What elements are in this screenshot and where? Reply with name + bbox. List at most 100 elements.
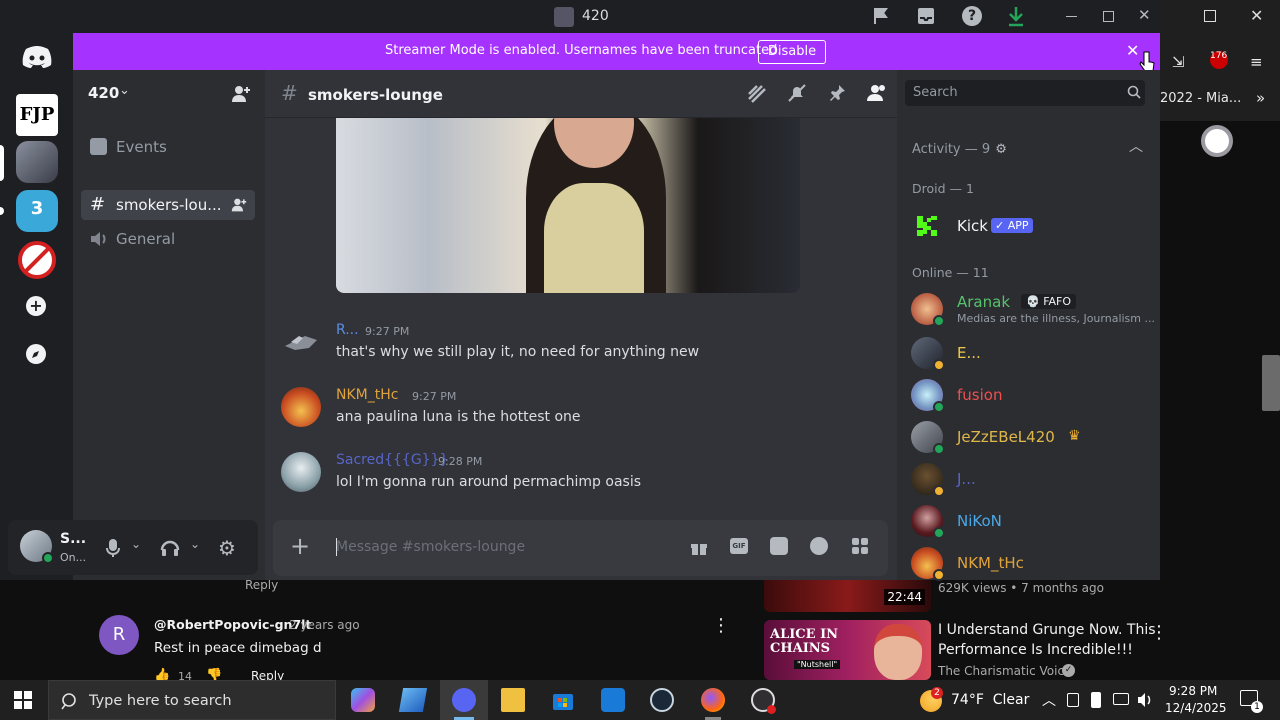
add-attachment-icon[interactable]: + [290,534,310,558]
video2-title-line2[interactable]: Performance Is Incredible!!! [938,642,1133,658]
settings-gear-icon[interactable]: ⚙ [218,536,236,560]
profile-avatar[interactable] [1201,125,1233,157]
taskbar-search-input[interactable]: Type here to search [48,680,336,720]
file-explorer-app-icon[interactable] [398,688,428,712]
events-item[interactable]: Events [81,132,255,162]
server-420-icon[interactable] [16,141,58,183]
message-avatar[interactable] [281,452,321,492]
comment-menu-icon[interactable]: ⋮ [712,615,730,636]
guild-header[interactable]: 420 ⌄ [73,70,265,118]
channel-invite-icon[interactable] [231,197,247,213]
gif-icon[interactable]: GIF [730,538,748,554]
microsoft-store-icon[interactable] [551,688,575,712]
member-item[interactable]: E... [911,337,1151,373]
tray-chevron-up-icon[interactable]: ︿ [1042,690,1056,710]
video2-menu-icon[interactable]: ⋮ [1150,622,1168,643]
member-item-kick[interactable]: Kick ✓ APP [911,210,1151,246]
member-item[interactable]: J... [911,463,1151,499]
menu-icon[interactable]: ≡ [1250,53,1263,71]
comment-age: 2 years ago [289,618,360,632]
disable-streamer-button[interactable]: Disable [758,40,826,64]
comment-avatar[interactable]: R [99,615,139,655]
server-3max-icon[interactable]: 3 [16,190,58,232]
member-item-nikon[interactable]: NiKoN [911,505,1151,541]
headphone-options-chevron-icon[interactable]: ⌄ [190,537,200,551]
add-server-icon[interactable]: + [26,296,46,316]
microphone-icon[interactable] [105,538,121,558]
network-icon[interactable] [1113,693,1129,705]
browser-tab-title[interactable]: 2022 - Mia... [1160,91,1241,106]
shared-image[interactable] [336,118,800,293]
notification-muted-icon[interactable] [787,83,807,103]
channel-item-general[interactable]: General [81,224,255,254]
message-avatar[interactable] [281,322,321,362]
member-list-icon[interactable] [866,83,888,103]
message-row[interactable]: R... 9:27 PM that's why we still play it… [265,322,897,382]
collapse-chevron-icon[interactable]: ︿ [1129,136,1143,156]
discover-icon[interactable] [26,344,46,364]
comment-author[interactable]: @RobertPopovic-gn7lt [154,617,311,632]
clock-time[interactable]: 9:28 PM [1169,684,1217,698]
gift-icon[interactable] [690,538,708,556]
message-row[interactable]: NKM_tHc 9:27 PM ana paulina luna is the … [265,387,897,447]
chevron-double-right-icon[interactable]: » [1256,89,1265,107]
server-nosmoke-icon[interactable] [16,239,58,281]
usb-icon[interactable] [1091,692,1101,708]
sticker-icon[interactable] [770,537,788,555]
activity-settings-icon[interactable]: ⚙ [995,142,1007,157]
invite-people-icon[interactable] [231,84,251,104]
clock-date[interactable]: 12/4/2025 [1165,701,1227,715]
message-author[interactable]: R... [336,322,359,338]
windows-start-icon[interactable] [14,691,32,709]
emoji-icon[interactable] [810,537,828,555]
browser-close-icon[interactable]: ✕ [1250,6,1263,25]
browser-restore-icon[interactable] [1204,10,1216,22]
member-item-nkm[interactable]: NKM_tHc [911,547,1151,583]
steam-icon[interactable] [650,688,674,712]
copilot-icon[interactable] [351,688,375,712]
message-author[interactable]: Sacred{{{G}}} [336,452,448,468]
extensions-icon[interactable]: ⇲ [1172,53,1185,71]
volume-icon[interactable] [1136,691,1154,709]
member-item-aranak[interactable]: Aranak 💀 FAFO Medias are the illness, Jo… [911,293,1155,329]
mail-icon[interactable] [601,688,625,712]
message-row[interactable]: Sacred{{{G}}} 9:28 PM lol I'm gonna run … [265,452,897,512]
user-name[interactable]: S... [60,531,86,547]
help-icon[interactable]: ? [962,6,982,26]
maximize-icon[interactable] [1103,11,1114,22]
message-avatar[interactable] [281,387,321,427]
pinned-messages-icon[interactable] [827,83,847,103]
message-author[interactable]: NKM_tHc [336,387,398,403]
search-input[interactable]: Search [905,80,1145,106]
firefox-icon[interactable] [701,688,725,712]
member-item-fusion[interactable]: fusion [911,379,1151,415]
channel-item-smokers-lounge[interactable]: # smokers-lou... [81,190,255,220]
server-fjp-icon[interactable]: FJP [16,94,58,136]
mic-options-chevron-icon[interactable]: ⌄ [131,537,141,551]
weather-text[interactable]: 74°F Clear [951,692,1029,708]
apps-icon[interactable] [851,537,869,555]
member-item-jezzebel[interactable]: JeZzEBeL420 ♛ [911,421,1151,457]
status-idle-dot [933,569,945,581]
activity-header[interactable]: Activity — 9 ⚙ ︿ [912,138,1147,158]
video2-title-line1[interactable]: I Understand Grunge Now. This [938,622,1156,638]
headphones-icon[interactable] [160,538,180,558]
tray-app-icon[interactable] [1067,693,1079,707]
discord-home-icon[interactable] [20,45,54,69]
page-scrollbar[interactable] [1262,355,1280,411]
chevron-down-icon: ⌄ [119,83,130,98]
video1-thumbnail[interactable]: 22:44 [764,580,931,612]
download-icon[interactable] [1006,5,1026,27]
threads-icon[interactable] [747,84,767,104]
folder-icon[interactable] [501,688,525,712]
inbox-flag-icon[interactable] [871,6,891,26]
inbox-icon[interactable] [916,6,936,26]
prev-comment-reply[interactable]: Reply [245,578,278,592]
video2-thumbnail[interactable]: ALICE IN CHAINS "Nutshell" [764,620,931,680]
message-input[interactable]: Message #smokers-lounge [336,539,525,555]
video2-channel[interactable]: The Charismatic Voice [938,664,1071,678]
close-window-icon[interactable]: ✕ [1138,6,1151,24]
minimize-icon[interactable] [1066,16,1077,17]
discord-app-icon[interactable] [452,688,476,712]
close-banner-icon[interactable]: ✕ [1126,41,1139,60]
